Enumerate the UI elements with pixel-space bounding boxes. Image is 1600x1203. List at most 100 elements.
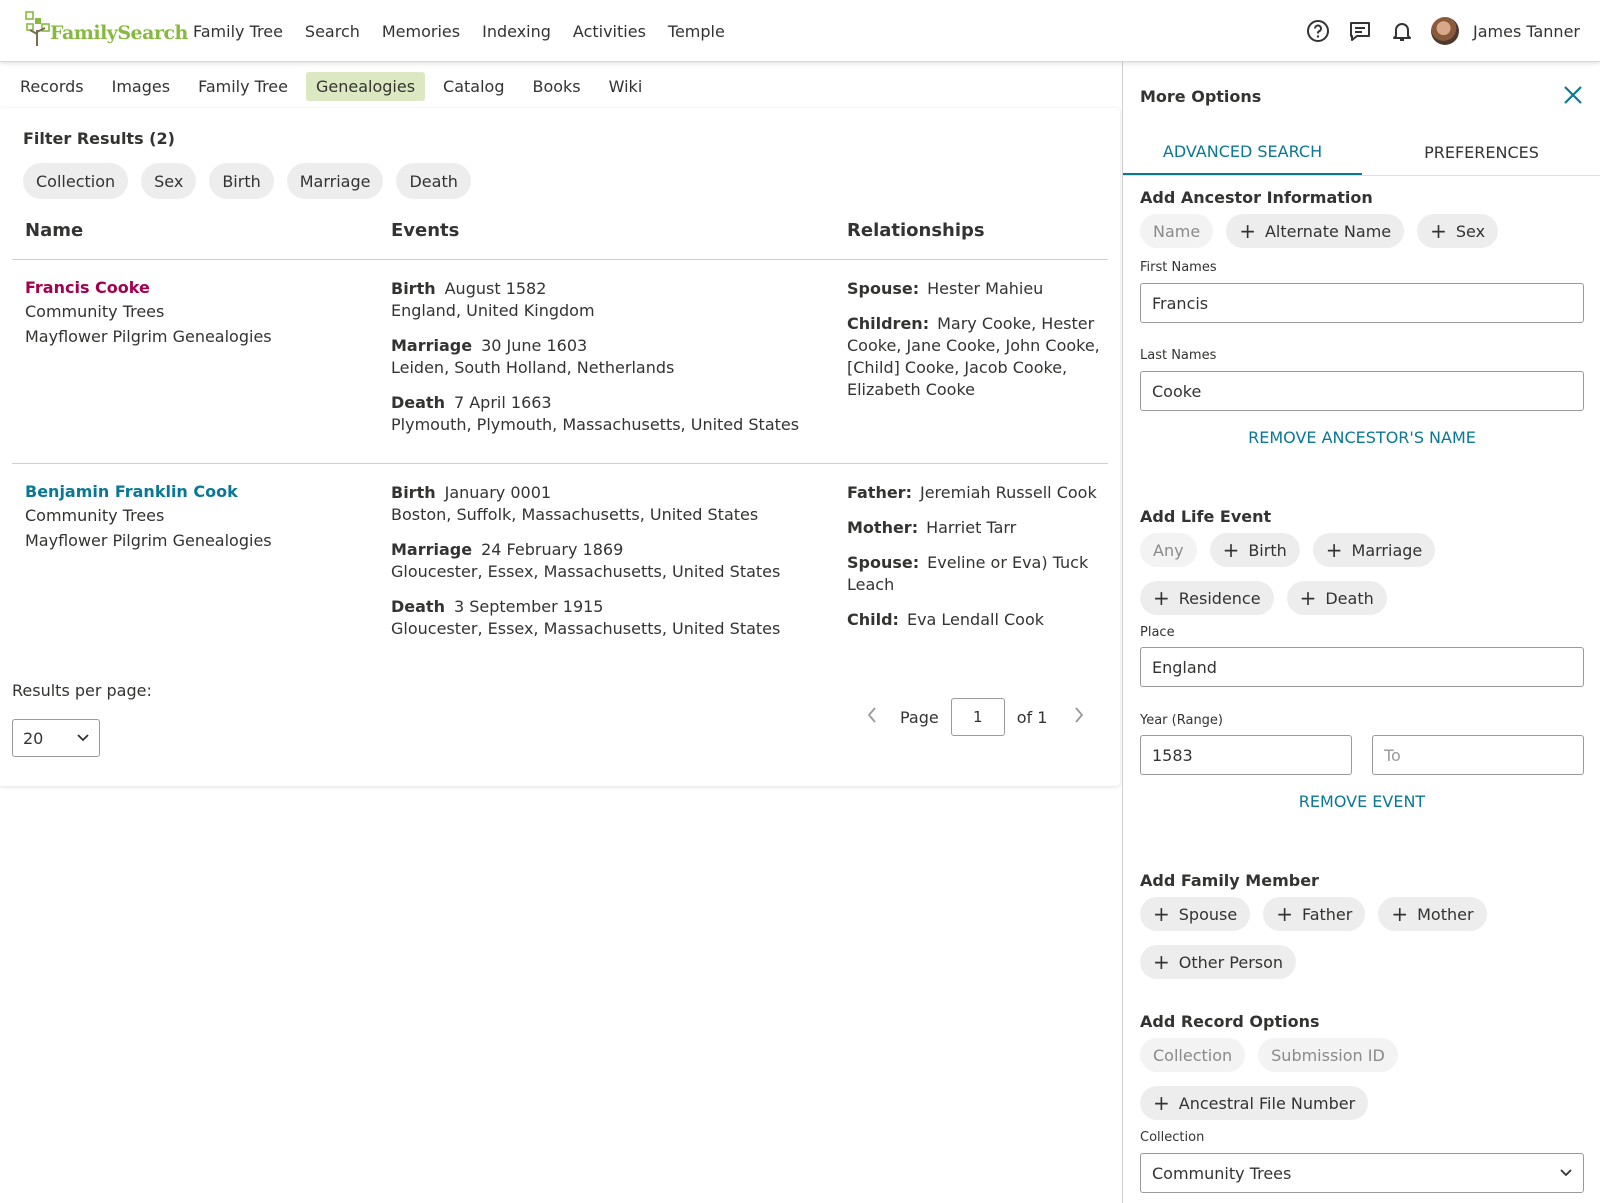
notifications-icon[interactable] — [1389, 18, 1415, 44]
relationships-cell: Spouse: Hester Mahieu Children: Mary Cooke… — [847, 278, 1109, 414]
header-divider — [12, 259, 1108, 260]
tab-records[interactable]: Records — [10, 72, 94, 101]
filter-chip-death[interactable]: Death — [396, 163, 471, 199]
place-field[interactable]: England — [1140, 647, 1584, 687]
filter-chip-marriage[interactable]: Marriage — [286, 163, 384, 199]
previous-page-icon[interactable] — [862, 707, 882, 727]
user-name[interactable]: James Tanner — [1473, 22, 1580, 41]
relationship-spouse: Spouse: Hester Mahieu — [847, 279, 1044, 298]
plus-icon: + — [1325, 538, 1343, 562]
tree-logo-icon — [25, 11, 50, 46]
add-spouse-button[interactable]: + Spouse — [1140, 897, 1251, 931]
source-name: Mayflower Pilgrim Genealogies — [25, 327, 272, 346]
nav-indexing[interactable]: Indexing — [482, 22, 551, 41]
help-icon[interactable] — [1305, 18, 1331, 44]
tab-wiki[interactable]: Wiki — [599, 72, 653, 101]
chip-label: Mother — [1417, 904, 1474, 924]
last-names-label: Last Names — [1140, 348, 1217, 363]
top-header: FamilySearch Family Tree Search Memories… — [0, 0, 1600, 62]
plus-icon: + — [1430, 219, 1447, 243]
panel-tabs: ADVANCED SEARCH PREFERENCES — [1123, 130, 1600, 176]
last-names-field[interactable]: Cooke — [1140, 371, 1584, 411]
user-area: James Tanner — [1289, 0, 1580, 62]
add-ancestral-file-number-button[interactable]: + Ancestral File Number — [1140, 1086, 1369, 1120]
add-other-person-button[interactable]: + Other Person — [1140, 945, 1297, 979]
pagination: Page 1 of 1 — [862, 698, 1089, 736]
add-death-button[interactable]: + Death — [1286, 581, 1387, 615]
chip-label: Spouse — [1178, 904, 1238, 924]
chip-label: Sex — [1455, 221, 1486, 241]
year-to-field[interactable]: To — [1372, 735, 1584, 775]
name-cell: Francis Cooke Community Trees Mayflower … — [25, 278, 272, 352]
plus-icon: + — [1222, 538, 1240, 562]
next-page-icon[interactable] — [1069, 707, 1089, 727]
chip-label: Father — [1301, 904, 1353, 924]
column-header-events: Events — [391, 220, 460, 241]
relationship-spouse: Spouse: Eveline or Eva) Tuck Leach — [847, 553, 1089, 594]
results-per-page-label: Results per page: — [12, 681, 152, 700]
more-options-panel: More Options ADVANCED SEARCH PREFERENCES… — [1122, 62, 1600, 1203]
collection-name: Community Trees — [25, 302, 165, 321]
event-birth: Birth August 1582 England, United Kingdom — [391, 279, 595, 320]
relationship-mother: Mother: Harriet Tarr — [847, 518, 1017, 537]
nav-search[interactable]: Search — [305, 22, 360, 41]
person-name-link[interactable]: Francis Cooke — [25, 278, 272, 297]
event-birth: Birth January 0001 Boston, Suffolk, Massac… — [391, 483, 759, 524]
add-birth-button[interactable]: + Birth — [1209, 533, 1300, 567]
add-sex-button[interactable]: + Sex — [1417, 214, 1499, 248]
chip-label: Marriage — [1351, 540, 1423, 560]
collection-value: Community Trees — [1152, 1163, 1292, 1183]
tab-preferences[interactable]: PREFERENCES — [1362, 130, 1600, 175]
page-number-input[interactable]: 1 — [950, 698, 1005, 736]
tab-advanced-search[interactable]: ADVANCED SEARCH — [1123, 130, 1362, 175]
nav-temple[interactable]: Temple — [668, 22, 725, 41]
first-names-field[interactable]: Francis — [1140, 283, 1584, 323]
relationship-father: Father: Jeremiah Russell Cook — [847, 483, 1097, 502]
filter-chip-birth[interactable]: Birth — [209, 163, 274, 199]
tab-catalog[interactable]: Catalog — [433, 72, 514, 101]
plus-icon: + — [1299, 586, 1317, 610]
tab-books[interactable]: Books — [522, 72, 590, 101]
year-from-field[interactable]: 1583 — [1140, 735, 1352, 775]
add-residence-button[interactable]: + Residence — [1140, 581, 1274, 615]
add-alternate-name-button[interactable]: + Alternate Name — [1226, 214, 1405, 248]
chip-any: Any — [1140, 533, 1197, 567]
ancestor-chips: Name + Alternate Name + Sex — [1140, 214, 1590, 248]
tab-family-tree[interactable]: Family Tree — [188, 72, 298, 101]
remove-ancestor-name-link[interactable]: REMOVE ANCESTOR'S NAME — [1140, 428, 1584, 447]
nav-family-tree[interactable]: Family Tree — [193, 22, 283, 41]
nav-memories[interactable]: Memories — [382, 22, 460, 41]
add-father-button[interactable]: + Father — [1263, 897, 1366, 931]
relationship-children: Children: Mary Cooke, Hester Cooke, Jane … — [847, 314, 1100, 399]
section-title-record-options: Add Record Options — [1140, 1012, 1320, 1031]
chip-label: Ancestral File Number — [1178, 1093, 1356, 1113]
record-options-chips: Collection Submission ID + Ancestral File… — [1140, 1038, 1590, 1120]
filter-chip-sex[interactable]: Sex — [141, 163, 197, 199]
avatar[interactable] — [1430, 17, 1459, 45]
plus-icon: + — [1153, 586, 1170, 610]
plus-icon: + — [1153, 1091, 1170, 1115]
chip-label: Death — [1325, 588, 1374, 608]
chip-collection: Collection — [1140, 1038, 1246, 1072]
add-mother-button[interactable]: + Mother — [1378, 897, 1487, 931]
close-icon[interactable] — [1562, 84, 1584, 106]
tab-genealogies[interactable]: Genealogies — [305, 71, 426, 101]
filter-chip-collection[interactable]: Collection — [23, 163, 129, 199]
name-cell: Benjamin Franklin Cook Community Trees M… — [25, 482, 272, 556]
page-count: of 1 — [1016, 707, 1048, 727]
collection-select[interactable]: Community Trees — [1140, 1153, 1584, 1193]
section-title-ancestor: Add Ancestor Information — [1140, 188, 1373, 207]
remove-event-link[interactable]: REMOVE EVENT — [1140, 792, 1584, 811]
add-marriage-button[interactable]: + Marriage — [1312, 533, 1436, 567]
place-label: Place — [1140, 625, 1175, 640]
familysearch-logo[interactable]: FamilySearch — [24, 9, 188, 49]
nav-activities[interactable]: Activities — [573, 22, 646, 41]
results-per-page-select[interactable]: 20 — [12, 719, 100, 757]
person-name-link[interactable]: Benjamin Franklin Cook — [25, 482, 272, 501]
filter-results-title: Filter Results (2) — [23, 129, 175, 148]
first-names-label: First Names — [1140, 260, 1217, 275]
tab-images[interactable]: Images — [102, 72, 180, 101]
relationships-cell: Father: Jeremiah Russell Cook Mother: Harr… — [847, 482, 1109, 644]
event-death: Death 7 April 1663 Plymouth, Plymouth, Mas… — [391, 393, 800, 434]
messages-icon[interactable] — [1347, 18, 1373, 44]
